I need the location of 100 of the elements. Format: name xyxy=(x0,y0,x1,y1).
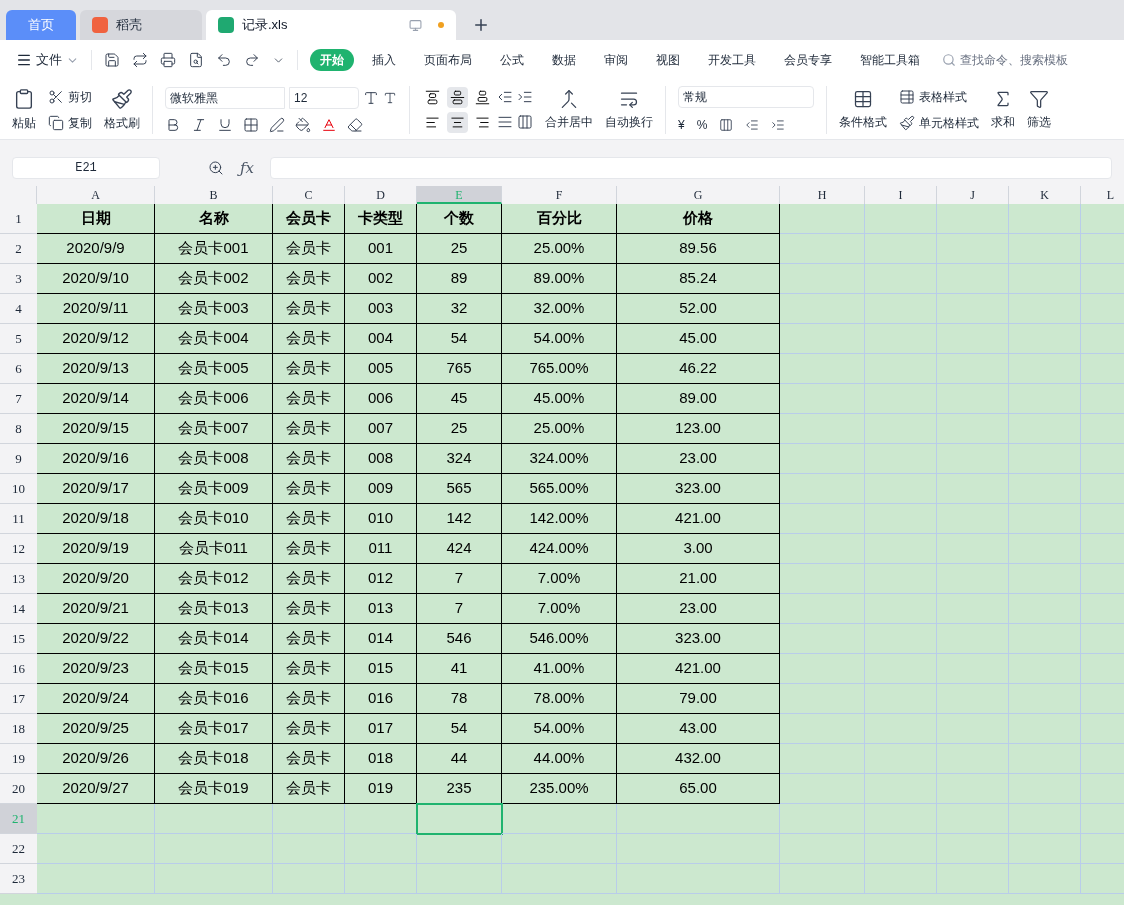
font-size-field[interactable]: 12 xyxy=(289,86,359,109)
row-header[interactable]: 16 xyxy=(0,654,37,684)
active-cell[interactable] xyxy=(417,804,502,834)
column-header[interactable]: B xyxy=(155,186,273,204)
table-style-button[interactable]: 表格样式 xyxy=(919,87,967,106)
cell-style-button[interactable]: 单元格样式 xyxy=(919,113,979,132)
cell-edit-icon[interactable] xyxy=(269,116,285,133)
conditional-format-button[interactable]: 条件格式 xyxy=(839,112,887,131)
row-header[interactable]: 13 xyxy=(0,564,37,594)
column-header[interactable]: K xyxy=(1009,186,1081,204)
column-header[interactable]: F xyxy=(502,186,617,204)
format-painter-button[interactable]: 格式刷 xyxy=(104,113,140,132)
paintbrush-icon[interactable] xyxy=(111,87,133,110)
bold-icon[interactable] xyxy=(165,116,181,133)
column-header[interactable]: I xyxy=(865,186,937,204)
row-header[interactable]: 19 xyxy=(0,744,37,774)
row-header[interactable]: 17 xyxy=(0,684,37,714)
save-icon[interactable] xyxy=(104,52,120,68)
copy-icon[interactable] xyxy=(48,114,64,131)
monitor-icon[interactable] xyxy=(409,18,422,32)
document-tab[interactable]: 稻壳 xyxy=(80,10,202,40)
redo-icon[interactable] xyxy=(244,52,260,68)
cell-style-icon[interactable] xyxy=(899,114,915,131)
paste-icon[interactable] xyxy=(13,87,35,110)
row-header[interactable]: 6 xyxy=(0,354,37,384)
file-menu[interactable]: 文件 xyxy=(16,50,79,70)
paste-button[interactable]: 粘贴 xyxy=(12,113,36,132)
increase-font-icon[interactable] xyxy=(363,89,379,106)
ribbon-tab[interactable]: 审阅 xyxy=(594,49,638,71)
row-header[interactable]: 14 xyxy=(0,594,37,624)
preview-icon[interactable] xyxy=(188,52,204,68)
row-header[interactable]: 22 xyxy=(0,834,37,864)
copy-button[interactable]: 复制 xyxy=(68,113,92,132)
indent-increase-icon[interactable] xyxy=(517,89,533,105)
zoom-icon[interactable] xyxy=(208,160,224,176)
decrease-font-icon[interactable] xyxy=(383,90,397,105)
font-name-field[interactable]: 微软雅黑 xyxy=(165,86,285,109)
row-header[interactable]: 7 xyxy=(0,384,37,414)
cut-button[interactable]: 剪切 xyxy=(68,87,92,106)
filter-button[interactable]: 筛选 xyxy=(1027,112,1051,131)
number-format-field[interactable]: 常规 xyxy=(678,85,814,108)
ribbon-tab[interactable]: 页面布局 xyxy=(414,49,482,71)
currency-button[interactable]: ¥ xyxy=(678,115,685,134)
table-cell: 会员卡 xyxy=(273,624,345,654)
wrap-text-button[interactable]: 自动换行 xyxy=(605,112,653,131)
vertical-align-button[interactable] xyxy=(447,86,468,108)
row-header[interactable]: 12 xyxy=(0,534,37,564)
row-header[interactable]: 2 xyxy=(0,234,37,264)
justify-icon[interactable] xyxy=(497,114,513,130)
column-header[interactable]: H xyxy=(780,186,865,204)
row-header[interactable]: 10 xyxy=(0,474,37,504)
ribbon-tab[interactable]: 智能工具箱 xyxy=(850,49,930,71)
ribbon-tab[interactable]: 数据 xyxy=(542,49,586,71)
percent-button[interactable]: % xyxy=(696,115,708,134)
ribbon-tab[interactable]: 插入 xyxy=(362,49,406,71)
horizontal-align-button[interactable] xyxy=(447,111,468,133)
column-header[interactable]: J xyxy=(937,186,1009,204)
cut-icon[interactable] xyxy=(48,88,64,105)
row-header[interactable]: 18 xyxy=(0,714,37,744)
border-icon[interactable] xyxy=(243,116,259,133)
row-header[interactable]: 9 xyxy=(0,444,37,474)
fill-color-icon[interactable] xyxy=(295,116,311,133)
row-header[interactable]: 4 xyxy=(0,294,37,324)
row-header[interactable]: 5 xyxy=(0,324,37,354)
row-header[interactable]: 15 xyxy=(0,624,37,654)
underline-icon[interactable] xyxy=(217,116,233,133)
row-header[interactable]: 23 xyxy=(0,864,37,894)
font-color-icon[interactable] xyxy=(321,116,337,133)
new-tab-icon[interactable] xyxy=(472,16,490,34)
table-icon[interactable] xyxy=(853,88,873,109)
ribbon-tab[interactable]: 视图 xyxy=(646,49,690,71)
print-icon[interactable] xyxy=(160,52,176,68)
column-header[interactable]: C xyxy=(273,186,345,204)
row-header[interactable]: 8 xyxy=(0,414,37,444)
merge-icon[interactable] xyxy=(559,88,579,109)
ribbon-tab[interactable]: 会员专享 xyxy=(774,49,842,71)
document-tab[interactable]: 记录.xls xyxy=(206,10,456,40)
formula-field[interactable] xyxy=(270,157,1112,179)
indent-decrease-icon[interactable] xyxy=(497,89,513,105)
column-header[interactable]: G xyxy=(617,186,780,204)
row-header[interactable]: 1 xyxy=(0,204,37,234)
row-header[interactable]: 11 xyxy=(0,504,37,534)
row-header[interactable]: 3 xyxy=(0,264,37,294)
distribute-icon[interactable] xyxy=(517,114,533,130)
merge-center-button[interactable]: 合并居中 xyxy=(545,112,593,131)
name-box[interactable]: E21 xyxy=(12,157,160,179)
filter-icon[interactable] xyxy=(1029,88,1049,109)
undo-icon[interactable] xyxy=(216,52,232,68)
column-header[interactable]: L xyxy=(1081,186,1124,204)
column-header[interactable]: A xyxy=(37,186,155,204)
empty-cell xyxy=(865,654,937,684)
eraser-icon[interactable] xyxy=(347,116,363,133)
sum-button[interactable]: 求和 xyxy=(991,112,1015,131)
italic-icon[interactable] xyxy=(191,116,207,133)
command-search[interactable]: 查找命令、搜索模板 xyxy=(942,51,1068,69)
ribbon-tab[interactable]: 开发工具 xyxy=(698,49,766,71)
table-style-icon[interactable] xyxy=(899,88,915,105)
ribbon-tab[interactable]: 公式 xyxy=(490,49,534,71)
row-header[interactable]: 20 xyxy=(0,774,37,804)
share-icon[interactable] xyxy=(132,52,148,68)
